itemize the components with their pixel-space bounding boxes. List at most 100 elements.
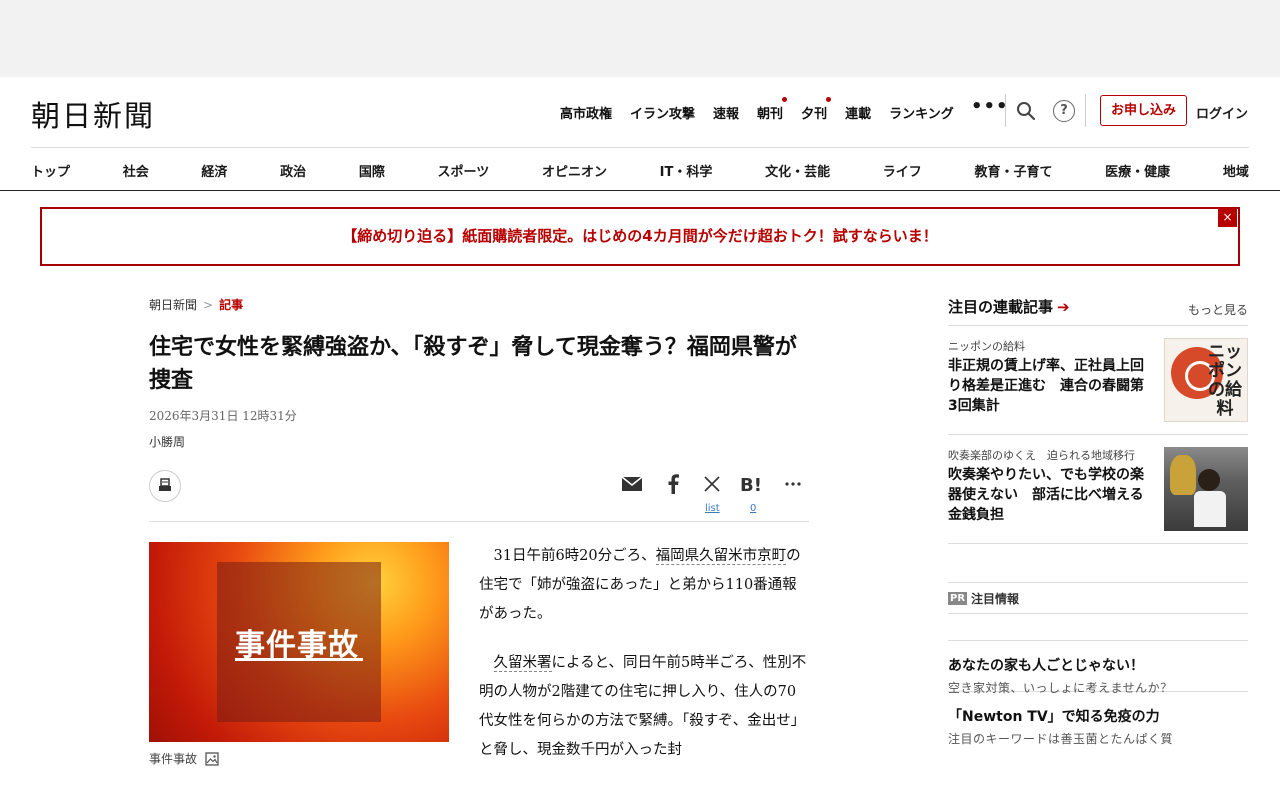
login-link[interactable]: ログイン [1196, 103, 1248, 122]
topnav-item[interactable]: 速報 [713, 103, 739, 122]
glossary-link[interactable]: 福岡県久留米市京町 [655, 548, 787, 565]
category-item[interactable]: 国際 [359, 161, 385, 180]
article-paragraph: 31日午前6時20分ごろ、福岡県久留米市京町の住宅で「姉が強盗にあった」と弟から… [479, 542, 809, 629]
image-icon[interactable] [205, 751, 219, 766]
breadcrumb-current[interactable]: 記事 [219, 298, 243, 312]
mail-icon [621, 476, 643, 491]
topnav-item-evening[interactable]: 夕刊 [801, 97, 832, 122]
sidebar-thumbnail[interactable]: ニッポンの給料 [1164, 338, 1248, 422]
print-button[interactable] [149, 470, 181, 502]
breadcrumb: 朝日新聞 > 記事 [149, 296, 809, 313]
category-item[interactable]: オピニオン [542, 161, 607, 180]
topnav-item[interactable]: 高市政権 [560, 103, 612, 122]
sidebar-title-text: 注目の連載記事 [948, 298, 1054, 316]
x-share-count[interactable]: list [705, 503, 720, 514]
print-icon [159, 478, 171, 491]
promo-banner-text: 【締め切り迫る】紙面購読者限定。はじめの4カ月間が今だけ超おトク！試すならいま！ [342, 227, 938, 245]
topnav-item-morning[interactable]: 朝刊 [757, 97, 788, 122]
sidebar-article[interactable]: ニッポンの給料 非正規の賃上げ率、正社員上回り格差是正進む 連合の春闘第3回集計… [948, 326, 1248, 435]
search-icon[interactable] [1016, 101, 1036, 121]
more-icon [785, 482, 801, 486]
pr-item-desc: 注目のキーワードは善玉菌とたんぱく質 [948, 732, 1174, 746]
divider [31, 147, 1249, 148]
category-item[interactable]: 地域 [1223, 161, 1249, 180]
sidebar-headline[interactable]: 非正規の賃上げ率、正社員上回り格差是正進む 連合の春闘第3回集計 [948, 356, 1153, 416]
category-item[interactable]: IT・科学 [660, 161, 713, 180]
svg-text:B!: B! [740, 475, 762, 494]
facebook-icon [668, 474, 679, 494]
pr-section: PR 注目情報 あなたの家も人ごとじゃない！ 空き家対策、いっしょに考えませんか… [948, 582, 1248, 746]
category-nav: トップ 社会 経済 政治 国際 スポーツ オピニオン IT・科学 文化・芸能 ラ… [31, 161, 1249, 180]
category-item[interactable]: 医療・健康 [1105, 161, 1170, 180]
site-header: 朝日新聞 高市政権 イラン攻撃 速報 朝刊 夕刊 連載 ランキング ••• ? … [0, 77, 1280, 147]
more-menu-button[interactable]: ••• [971, 96, 1009, 117]
topnav-item[interactable]: 連載 [845, 103, 871, 122]
category-item[interactable]: 社会 [123, 161, 149, 180]
help-icon[interactable]: ? [1053, 100, 1075, 122]
topnav-item[interactable]: イラン攻撃 [630, 103, 695, 122]
hatena-bookmark-icon: B! [740, 475, 762, 494]
site-logo[interactable]: 朝日新聞 [31, 93, 155, 135]
x-icon [704, 476, 720, 492]
hatena-bookmark-button[interactable]: B! [739, 471, 765, 497]
promo-banner[interactable]: 【締め切り迫る】紙面購読者限定。はじめの4カ月間が今だけ超おトク！試すならいま！… [40, 207, 1240, 266]
pr-item[interactable]: 「Newton TV」で知る免疫の力 注目のキーワードは善玉菌とたんぱく質 [948, 692, 1248, 746]
category-item[interactable]: ライフ [883, 161, 922, 180]
category-item[interactable]: 文化・芸能 [765, 161, 830, 180]
sidebar-article[interactable]: 吹奏楽部のゆくえ 迫られる地域移行 吹奏楽やりたい、でも学校の楽器使えない 部活… [948, 435, 1248, 544]
close-icon[interactable]: × [1218, 208, 1237, 227]
divider [1085, 94, 1086, 127]
sidebar-headline[interactable]: 吹奏楽やりたい、でも学校の楽器使えない 部活に比べ増える金銭負担 [948, 465, 1153, 525]
top-nav: 高市政権 イラン攻撃 速報 朝刊 夕刊 連載 ランキング [560, 97, 954, 122]
category-item[interactable]: 経済 [201, 161, 227, 180]
article-date: 2026年3月31日 12時31分 [149, 409, 297, 423]
sidebar-thumbnail[interactable] [1164, 447, 1248, 531]
pr-item[interactable]: あなたの家も人ごとじゃない！ 空き家対策、いっしょに考えませんか？ [948, 640, 1248, 695]
series-name: 吹奏楽部のゆくえ 迫られる地域移行 [948, 449, 1135, 462]
thumbnail-text: ニッポンの給料 [1208, 342, 1242, 419]
see-more-link[interactable]: もっと見る [1188, 301, 1248, 318]
featured-series-sidebar: 注目の連載記事 ➔ もっと見る ニッポンの給料 非正規の賃上げ率、正社員上回り格差… [948, 296, 1248, 544]
share-bar: list B! 0 [149, 468, 809, 522]
category-item[interactable]: 教育・子育て [974, 161, 1052, 180]
breadcrumb-home[interactable]: 朝日新聞 [149, 298, 197, 312]
person-graphic [1198, 469, 1220, 491]
article-author[interactable]: 小勝周 [149, 433, 809, 450]
breadcrumb-separator: > [203, 298, 214, 312]
image-caption: 事件事故 [149, 750, 219, 767]
series-name: ニッポンの給料 [948, 340, 1025, 353]
hatena-count[interactable]: 0 [750, 503, 756, 514]
pr-header: PR 注目情報 [948, 582, 1248, 614]
category-item[interactable]: トップ [31, 161, 70, 180]
article-image[interactable]: 事件事故 [149, 542, 449, 742]
divider [0, 190, 1280, 191]
article-body: 31日午前6時20分ごろ、福岡県久留米市京町の住宅で「姉が強盗にあった」と弟から… [479, 542, 809, 785]
tuba-graphic [1170, 455, 1196, 495]
image-caption-text: 事件事故 [149, 752, 198, 766]
person-graphic [1194, 491, 1226, 527]
divider [1005, 94, 1006, 127]
ad-space [0, 0, 1280, 77]
x-share-button[interactable] [699, 471, 725, 497]
pr-badge: PR [948, 591, 968, 605]
article-title: 住宅で女性を緊縛強盗か、「殺すぞ」脅して現金奪う？福岡県警が捜査 [149, 335, 797, 393]
more-share-button[interactable] [780, 471, 806, 497]
pr-item-title[interactable]: 「Newton TV」で知る免疫の力 [948, 706, 1160, 726]
image-underline [235, 658, 363, 661]
article: 朝日新聞 > 記事 住宅で女性を緊縛強盗か、「殺すぞ」脅して現金奪う？福岡県警が捜査… [149, 296, 809, 766]
sidebar-title[interactable]: 注目の連載記事 ➔ [948, 298, 1070, 316]
mail-share-button[interactable] [619, 471, 645, 497]
glossary-link[interactable]: 久留米署 [493, 655, 552, 672]
category-item[interactable]: スポーツ [438, 161, 490, 180]
article-paragraph: 久留米署によると、同日午前5時半ごろ、性別不明の人物が2階建ての住宅に押し入り、… [479, 649, 809, 765]
pr-title: 注目情報 [971, 591, 1020, 606]
topnav-item[interactable]: ランキング [889, 103, 954, 122]
arrow-right-icon: ➔ [1057, 298, 1070, 316]
facebook-share-button[interactable] [660, 471, 686, 497]
pr-item-title[interactable]: あなたの家も人ごとじゃない！ [948, 655, 1144, 675]
paragraph-text: 31日午前6時20分ごろ、 [493, 548, 656, 564]
category-item[interactable]: 政治 [280, 161, 306, 180]
sidebar-header: 注目の連載記事 ➔ もっと見る [948, 296, 1248, 326]
subscribe-button[interactable]: お申し込み [1100, 95, 1187, 126]
